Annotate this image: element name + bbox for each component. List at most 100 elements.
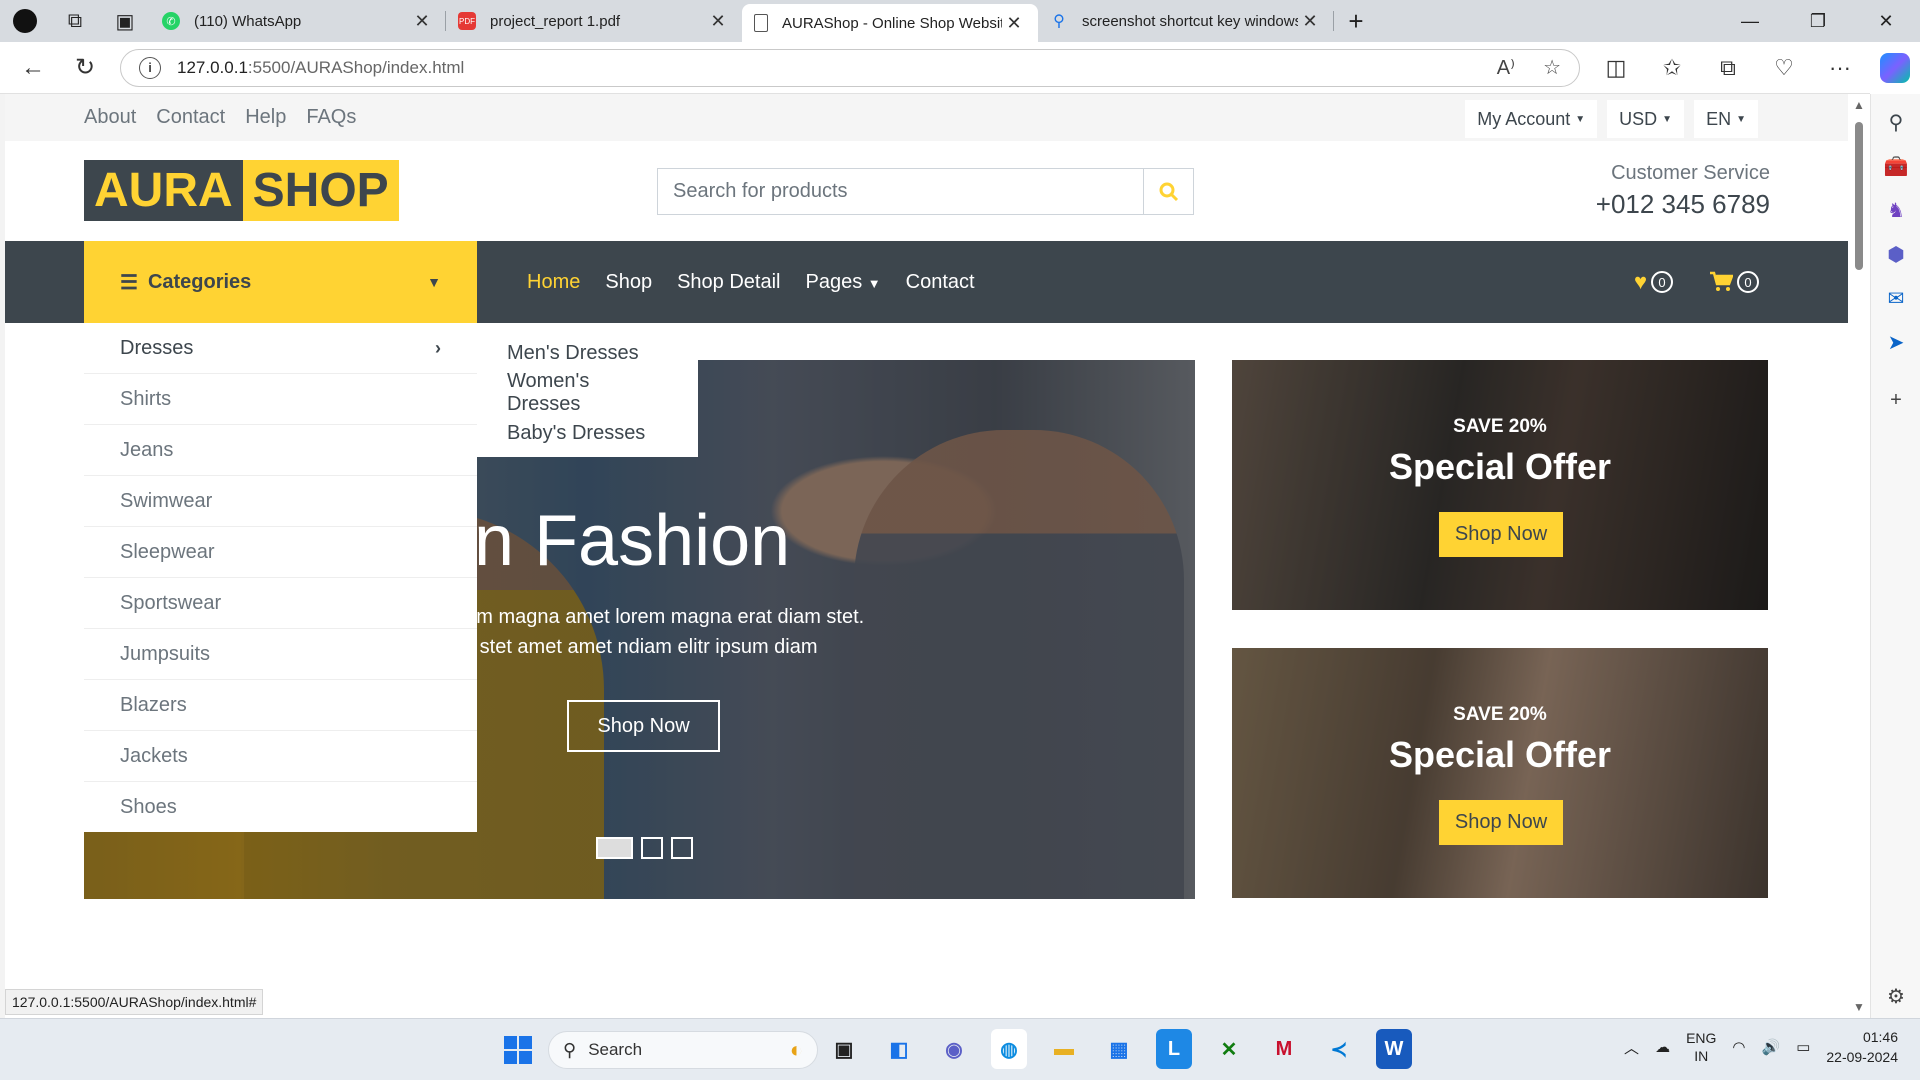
tab-search[interactable]: ⚲ screenshot shortcut key windows ✕ bbox=[1038, 0, 1334, 42]
cart-count-badge: 0 bbox=[1737, 271, 1759, 293]
tab-aurashop[interactable]: AURAShop - Online Shop Website ✕ bbox=[742, 4, 1038, 42]
currency-dropdown[interactable]: USD ▼ bbox=[1607, 100, 1685, 138]
submenu-item-babys-dresses[interactable]: Baby's Dresses bbox=[477, 413, 698, 453]
submenu-item-womens-dresses[interactable]: Women's Dresses bbox=[477, 370, 698, 415]
vscode-icon[interactable]: ≺ bbox=[1321, 1029, 1357, 1069]
new-tab-button[interactable]: + bbox=[1334, 6, 1378, 37]
copilot-icon[interactable] bbox=[1870, 42, 1920, 94]
outlook-icon[interactable]: ✉ bbox=[1871, 276, 1920, 320]
carousel-dot[interactable] bbox=[596, 837, 633, 859]
nav-shop[interactable]: Shop bbox=[605, 271, 652, 294]
browser-essentials-icon[interactable]: ♡ bbox=[1756, 55, 1812, 81]
wishlist-link[interactable]: ♥ 0 bbox=[1634, 269, 1673, 295]
tab-whatsapp[interactable]: ✆ (110) WhatsApp ✕ bbox=[150, 0, 446, 42]
lucid-app-icon[interactable]: L bbox=[1156, 1029, 1192, 1069]
show-hidden-icons-icon[interactable]: ︿ bbox=[1624, 1037, 1639, 1058]
collections-icon[interactable]: ⧉ bbox=[1700, 55, 1756, 81]
back-button[interactable]: ← bbox=[10, 48, 56, 88]
top-link-help[interactable]: Help bbox=[245, 106, 286, 129]
category-item-jumpsuits[interactable]: Jumpsuits bbox=[84, 629, 477, 680]
url-field[interactable]: i 127.0.0.1:5500/AURAShop/index.html A⁾ … bbox=[120, 48, 1580, 87]
taskbar-search[interactable]: ⚲ Search ◐ bbox=[548, 1031, 818, 1069]
category-item-dresses[interactable]: Dresses › bbox=[84, 323, 477, 374]
more-menu-icon[interactable]: ··· bbox=[1812, 55, 1868, 81]
category-item-shirts[interactable]: Shirts bbox=[84, 374, 477, 425]
favorite-star-icon[interactable]: ☆ bbox=[1543, 55, 1561, 80]
submenu-item-mens-dresses[interactable]: Men's Dresses bbox=[477, 333, 698, 373]
carousel-dot[interactable] bbox=[641, 837, 663, 859]
carousel-dot[interactable] bbox=[671, 837, 693, 859]
categories-toggle[interactable]: ☰ Categories ▼ bbox=[84, 241, 477, 323]
nav-shop-detail[interactable]: Shop Detail bbox=[677, 271, 780, 294]
category-item-jeans[interactable]: Jeans bbox=[84, 425, 477, 476]
nav-pages[interactable]: Pages ▼ bbox=[805, 271, 880, 294]
input-language[interactable]: ENG IN bbox=[1686, 1029, 1716, 1065]
nav-contact[interactable]: Contact bbox=[906, 271, 975, 294]
close-window-button[interactable]: ✕ bbox=[1852, 0, 1920, 42]
chess-icon[interactable]: ♞ bbox=[1871, 188, 1920, 232]
category-item-sleepwear[interactable]: Sleepwear bbox=[84, 527, 477, 578]
split-screen-icon[interactable]: ◫ bbox=[1588, 55, 1644, 81]
category-item-blazers[interactable]: Blazers bbox=[84, 680, 477, 731]
wifi-icon[interactable]: ◠ bbox=[1732, 1038, 1745, 1056]
microsoft-store-icon[interactable]: ▦ bbox=[1101, 1029, 1137, 1069]
tools-icon[interactable]: 🧰 bbox=[1871, 144, 1920, 188]
profile-icon[interactable] bbox=[0, 0, 50, 42]
hero-shop-now-button[interactable]: Shop Now bbox=[567, 700, 720, 752]
close-icon[interactable]: ✕ bbox=[706, 11, 730, 32]
scrollbar-thumb[interactable] bbox=[1855, 122, 1863, 270]
cart-link[interactable]: 0 bbox=[1709, 271, 1759, 293]
send-icon[interactable]: ➤ bbox=[1871, 320, 1920, 364]
close-icon[interactable]: ✕ bbox=[410, 11, 434, 32]
minimize-button[interactable]: — bbox=[1716, 0, 1784, 42]
mcafee-icon[interactable]: M bbox=[1266, 1029, 1302, 1069]
word-icon[interactable]: W bbox=[1376, 1029, 1412, 1069]
search-input[interactable] bbox=[658, 169, 1143, 214]
site-info-icon[interactable]: i bbox=[139, 56, 161, 79]
widgets-icon[interactable]: ◧ bbox=[881, 1029, 917, 1069]
site-logo[interactable]: AURA SHOP bbox=[84, 160, 399, 221]
task-view-icon[interactable]: ▣ bbox=[826, 1029, 862, 1069]
battery-icon[interactable]: ▭ bbox=[1796, 1038, 1810, 1056]
file-explorer-icon[interactable]: ▬ bbox=[1046, 1029, 1082, 1069]
offer-shop-now-button[interactable]: Shop Now bbox=[1439, 800, 1563, 845]
top-link-about[interactable]: About bbox=[84, 106, 136, 129]
m365-icon[interactable]: ⬢ bbox=[1871, 232, 1920, 276]
top-link-faqs[interactable]: FAQs bbox=[306, 106, 356, 129]
edge-browser-icon[interactable]: ◍ bbox=[991, 1029, 1027, 1069]
url-text[interactable]: 127.0.0.1:5500/AURAShop/index.html bbox=[177, 58, 1469, 78]
volume-icon[interactable]: 🔊 bbox=[1762, 1038, 1781, 1056]
scroll-up-icon[interactable]: ▲ bbox=[1853, 98, 1865, 112]
read-aloud-icon[interactable]: A⁾ bbox=[1497, 55, 1515, 80]
page-scrollbar[interactable]: ▲ ▼ bbox=[1848, 94, 1870, 1018]
nav-home[interactable]: Home bbox=[527, 271, 580, 294]
close-icon[interactable]: ✕ bbox=[1002, 13, 1026, 34]
my-account-dropdown[interactable]: My Account ▼ bbox=[1465, 100, 1598, 138]
xbox-icon[interactable]: ✕ bbox=[1211, 1029, 1247, 1069]
settings-gear-icon[interactable]: ⚙ bbox=[1871, 974, 1920, 1018]
language-dropdown[interactable]: EN ▼ bbox=[1694, 100, 1758, 138]
category-item-jackets[interactable]: Jackets bbox=[84, 731, 477, 782]
sidebar-search-icon[interactable]: ⚲ bbox=[1871, 100, 1920, 144]
add-icon[interactable]: + bbox=[1871, 378, 1920, 422]
refresh-button[interactable]: ↻ bbox=[62, 48, 108, 88]
category-label: Dresses bbox=[120, 336, 194, 359]
tab-pdf[interactable]: PDF project_report 1.pdf ✕ bbox=[446, 0, 742, 42]
restore-button[interactable]: ❐ bbox=[1784, 0, 1852, 42]
category-item-shoes[interactable]: Shoes bbox=[84, 782, 477, 833]
teams-chat-icon[interactable]: ◉ bbox=[936, 1029, 972, 1069]
onedrive-icon[interactable]: ☁ bbox=[1655, 1038, 1670, 1056]
workspaces-icon[interactable]: ⧉ bbox=[50, 0, 100, 42]
windows-start-button[interactable] bbox=[504, 1036, 532, 1064]
search-button[interactable] bbox=[1143, 169, 1193, 214]
category-item-swimwear[interactable]: Swimwear bbox=[84, 476, 477, 527]
offer-shop-now-button[interactable]: Shop Now bbox=[1439, 512, 1563, 557]
favorites-icon[interactable]: ✩ bbox=[1644, 55, 1700, 81]
system-clock[interactable]: 01:46 22-09-2024 bbox=[1826, 1027, 1898, 1067]
vertical-tabs-icon[interactable]: ▣ bbox=[100, 0, 150, 42]
top-link-contact[interactable]: Contact bbox=[156, 106, 225, 129]
url-host: 127.0.0.1 bbox=[177, 57, 248, 77]
category-item-sportswear[interactable]: Sportswear bbox=[84, 578, 477, 629]
close-icon[interactable]: ✕ bbox=[1298, 11, 1322, 32]
scroll-down-icon[interactable]: ▼ bbox=[1853, 1000, 1865, 1014]
